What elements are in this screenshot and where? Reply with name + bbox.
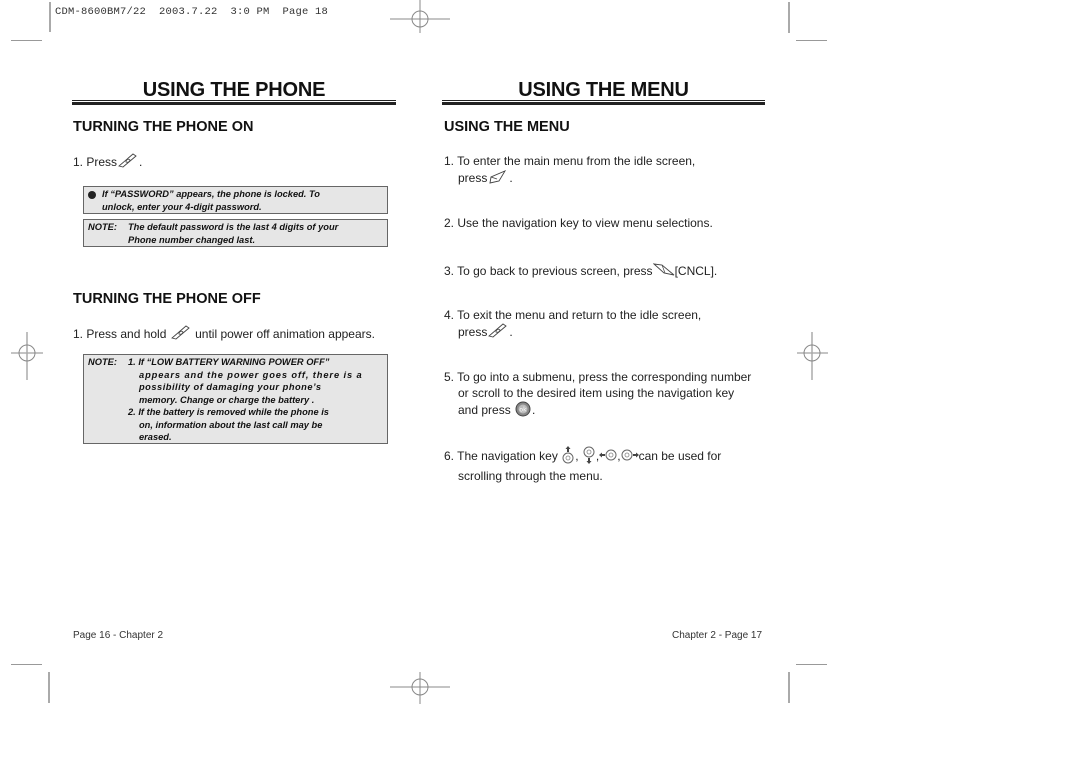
bullet-icon <box>88 190 96 199</box>
print-slug: CDM-8600BM7/22 2003.7.22 3:0 PM Page 18 <box>55 6 329 18</box>
note-text: memory. Change or charge the battery . <box>139 394 315 405</box>
page-title: USING THE PHONE <box>142 79 326 101</box>
low-battery-note-box: NOTE: 1. If “LOW BATTERY WARNING POWER OF… <box>83 354 388 444</box>
note-text: 2. If the battery is removed while the p… <box>128 407 329 417</box>
step-item: 5. To go into a submenu, press the corre… <box>444 369 751 421</box>
crop-mark <box>796 664 827 665</box>
step-item: 1. Press . <box>73 153 142 173</box>
step-text: . <box>139 155 143 170</box>
step-text: 2. Use the navigation key to view menu s… <box>444 216 713 230</box>
step-text: 1. Press <box>73 155 118 170</box>
step-item: 1. To enter the main menu from the idle … <box>444 153 695 189</box>
step-text: until power off animation appears. <box>195 327 375 342</box>
page-footer: Chapter 2 - Page 17 <box>672 630 763 641</box>
crop-mark <box>796 40 827 41</box>
page-title: USING THE MENU <box>518 79 689 101</box>
end-power-key-icon <box>487 323 509 343</box>
note-text: The default password is the last 4 digit… <box>128 222 339 232</box>
nav-left-icon <box>599 448 617 466</box>
note-text: 1. If “LOW BATTERY WARNING POWER OFF” <box>128 357 330 367</box>
end-power-key-icon <box>117 153 139 173</box>
step-text: 4. To exit the menu and return to the id… <box>444 308 702 322</box>
nav-up-icon <box>561 446 575 468</box>
step-text: 3. To go back to previous screen, press <box>444 264 653 279</box>
step-text: or scroll to the desired item using the … <box>458 386 735 400</box>
password-note-box: If “PASSWORD” appears, the phone is lock… <box>83 186 388 214</box>
note-label: NOTE: <box>88 357 117 367</box>
step-text: . <box>509 171 513 186</box>
page-footer: Page 16 - Chapter 2 <box>73 630 164 641</box>
nav-down-icon <box>582 446 596 468</box>
note-text: erased. <box>139 432 172 442</box>
step-text: 1. Press and hold <box>73 327 167 342</box>
default-password-note-box: NOTE: The default password is the last 4 … <box>83 219 388 247</box>
step-text: . <box>532 403 536 418</box>
step-item: 6. The navigation key , , , can be used … <box>444 446 721 484</box>
note-text: on, information about the last call may … <box>139 419 323 430</box>
svg-text:ok: ok <box>519 407 527 414</box>
crop-mark <box>49 2 51 32</box>
step-text: can be used for <box>638 449 722 464</box>
note-label: NOTE: <box>88 222 117 232</box>
end-power-key-icon <box>170 325 192 345</box>
step-text: 5. To go into a submenu, press the corre… <box>444 370 752 384</box>
step-text: press <box>458 171 488 186</box>
crop-mark <box>788 672 790 703</box>
note-text: unlock, enter your 4-digit password. <box>102 201 262 212</box>
note-text: appears and the power goes off, there is… <box>139 369 363 380</box>
step-item: 2. Use the navigation key to view menu s… <box>444 215 713 231</box>
menu-softkey-icon <box>487 169 509 189</box>
nav-right-icon <box>621 448 639 466</box>
step-item: 4. To exit the menu and return to the id… <box>444 307 701 343</box>
section-heading: USING THE MENU <box>444 119 570 135</box>
section-heading: TURNING THE PHONE ON <box>73 119 254 135</box>
crop-mark <box>48 672 50 703</box>
step-text: [CNCL]. <box>674 264 718 279</box>
crop-mark <box>11 40 42 41</box>
crop-mark <box>11 664 42 665</box>
registration-mark-icon <box>11 332 43 380</box>
step-text: . <box>509 325 513 340</box>
title-rule <box>442 100 765 105</box>
note-text: possibility of damaging your phone’s <box>139 382 322 392</box>
step-text: scrolling through the menu. <box>458 469 603 483</box>
step-item: 1. Press and hold until power off animat… <box>73 325 375 345</box>
cancel-softkey-icon <box>652 262 675 282</box>
step-text: 6. The navigation key <box>444 449 558 464</box>
step-text: and press <box>458 403 511 418</box>
step-text: press <box>458 325 488 340</box>
note-text: Phone number changed last. <box>128 234 256 245</box>
registration-mark-icon <box>390 0 450 33</box>
note-text: If “PASSWORD” appears, the phone is lock… <box>102 189 320 199</box>
crop-mark <box>788 2 790 33</box>
ok-key-icon: ok <box>514 401 532 421</box>
step-item: 3. To go back to previous screen, press … <box>444 262 717 282</box>
title-rule <box>72 100 396 105</box>
registration-mark-icon <box>797 332 828 380</box>
registration-mark-icon <box>390 672 450 704</box>
section-heading: TURNING THE PHONE OFF <box>73 291 261 307</box>
step-text: 1. To enter the main menu from the idle … <box>444 154 696 168</box>
